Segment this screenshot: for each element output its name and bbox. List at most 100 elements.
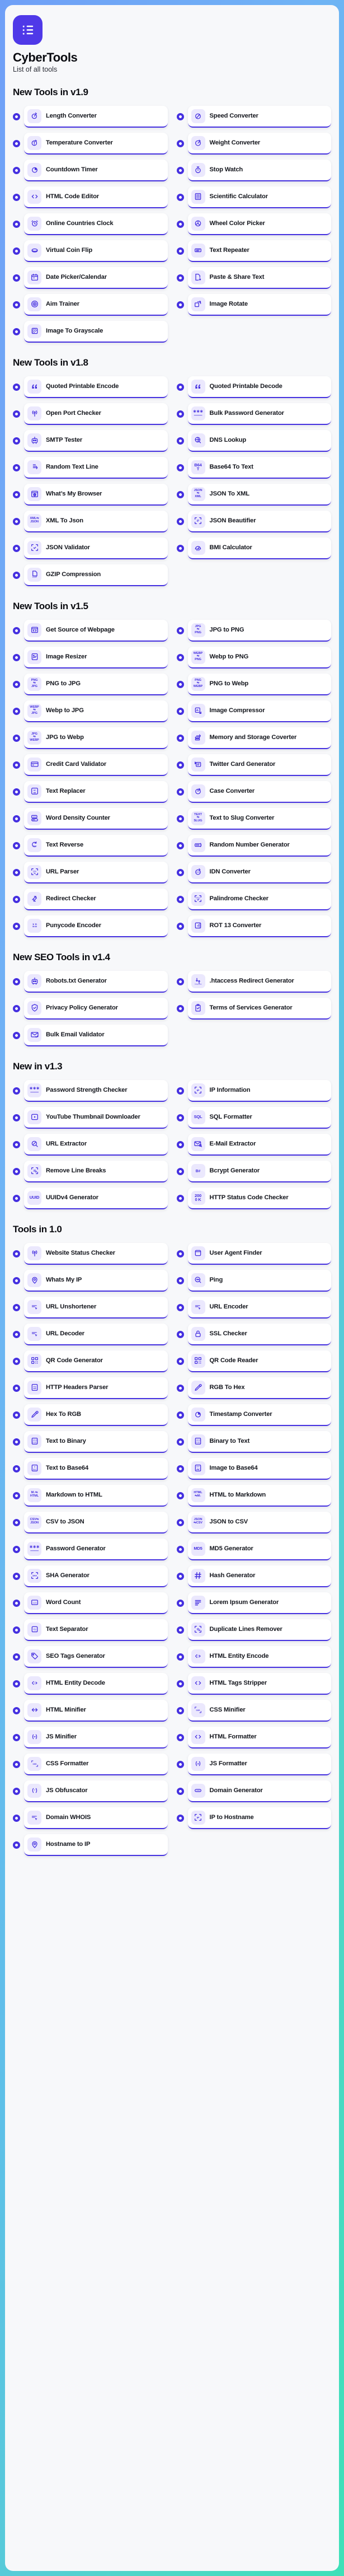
tool-card[interactable]: Privacy Policy Generator (24, 997, 168, 1020)
tool-card[interactable]: http URL Parser (24, 861, 168, 883)
tool-card[interactable]: Website Status Checker (24, 1242, 168, 1265)
tool-card[interactable]: TEXT ⇋ SLUG Text to Slug Converter (187, 807, 331, 830)
tool-card[interactable]: JPG ⇋ PNG JPG to PNG (187, 619, 331, 642)
tool-card[interactable]: JSON ⇋CSV JSON to CSV (187, 1511, 331, 1534)
tool-card[interactable]: HTML Formatter (187, 1726, 331, 1748)
tool-card[interactable]: BMI BMI Calculator (187, 537, 331, 559)
tool-card[interactable]: Scientific Calculator (187, 186, 331, 208)
tool-card[interactable]: Speed Converter (187, 105, 331, 128)
tool-card[interactable]: ac ab Text Replacer (24, 780, 168, 803)
tool-card[interactable]: Hex To RGB (24, 1404, 168, 1426)
tool-card[interactable]: Bulk Email Validator (24, 1024, 168, 1046)
tool-card[interactable]: JSON Beautifier (187, 510, 331, 532)
tool-card[interactable]: Image To Grayscale (24, 320, 168, 343)
tool-card[interactable]: Quoted Printable Encode (24, 376, 168, 398)
tool-card[interactable]: Virtual Coin Flip (24, 240, 168, 262)
tool-card[interactable]: HTML Entity Decode (24, 1672, 168, 1695)
tool-card[interactable]: YouTube Thumbnail Downloader (24, 1106, 168, 1129)
tool-card[interactable]: CSV⇋ JSON CSV to JSON (24, 1511, 168, 1534)
tool-card[interactable]: 1010 0101 Binary to Text (187, 1430, 331, 1453)
tool-card[interactable]: IP IP Information (187, 1079, 331, 1102)
tool-card[interactable]: 123 Word Count (24, 1592, 168, 1614)
tool-card[interactable]: Lorem Ipsum Generator (187, 1592, 331, 1614)
tool-card[interactable]: B64 Image to Base64 (187, 1457, 331, 1480)
tool-card[interactable]: Domain WHOIS (24, 1807, 168, 1829)
tool-card[interactable]: ∗∗∗ —— Password Strength Checker (24, 1079, 168, 1102)
tool-card[interactable]: css CSS Minifier (187, 1699, 331, 1722)
tool-card[interactable]: Wheel Color Picker (187, 213, 331, 235)
tool-card[interactable]: QR Code Generator (24, 1350, 168, 1372)
tool-card[interactable]: Online Countries Clock (24, 213, 168, 235)
tool-card[interactable]: SEO Tags Generator (24, 1645, 168, 1668)
tool-card[interactable]: HTML Entity Encode (187, 1645, 331, 1668)
tool-card[interactable]: JPG ⇋ WEBP JPG to Webp (24, 727, 168, 749)
tool-card[interactable]: M↓⇋ HTML Markdown to HTML (24, 1484, 168, 1507)
tool-card[interactable]: SQL SQL Formatter (187, 1106, 331, 1129)
tool-card[interactable]: Open Port Checker (24, 403, 168, 425)
tool-card[interactable]: Length Converter (24, 105, 168, 128)
tool-card[interactable]: What’s My Browser (24, 483, 168, 506)
tool-card[interactable]: Random Text Line (24, 456, 168, 479)
tool-card[interactable]: Date Picker/Calendar (24, 267, 168, 289)
tool-card[interactable]: Robots.txt Generator (24, 970, 168, 993)
tool-card[interactable]: Text Repeater (187, 240, 331, 262)
tool-card[interactable]: 200 0 K HTTP Status Code Checker (187, 1187, 331, 1209)
tool-card[interactable]: * JS Obfuscator (24, 1780, 168, 1802)
tool-card[interactable]: HTML Code Editor (24, 186, 168, 208)
tool-card[interactable]: Countdown Timer (24, 159, 168, 181)
tool-card[interactable]: Temperature Converter (24, 132, 168, 155)
tool-card[interactable]: GZIP GZIP Compression (24, 564, 168, 586)
tool-card[interactable]: JSON Validator (24, 537, 168, 559)
tool-card[interactable]: .htaccess .htaccess Redirect Generator (187, 970, 331, 993)
tool-card[interactable]: Timestamp Converter (187, 1404, 331, 1426)
tool-card[interactable]: Get Source of Webpage (24, 619, 168, 642)
tool-card[interactable]: Quoted Printable Decode (187, 376, 331, 398)
tool-card[interactable]: Remove Line Breaks (24, 1160, 168, 1182)
tool-card[interactable]: WEBP ⇋ JPG Webp to JPG (24, 700, 168, 722)
tool-card[interactable]: TEXT Palindrome Checker (187, 888, 331, 910)
tool-card[interactable]: x n Punycode Encoder (24, 915, 168, 937)
tool-card[interactable]: .com Domain Generator (187, 1780, 331, 1802)
tool-card[interactable]: UUID UUIDv4 Generator (24, 1187, 168, 1209)
tool-card[interactable]: B# Bcrypt Generator (187, 1160, 331, 1182)
tool-card[interactable]: Ping (187, 1269, 331, 1292)
tool-card[interactable]: T B64 Text to Base64 (24, 1457, 168, 1480)
tool-card[interactable]: Terms of Services Generator (187, 997, 331, 1020)
tool-card[interactable]: XML⇋ JSON XML To Json (24, 510, 168, 532)
tool-card[interactable]: WEBP ⇋ PNG Webp to PNG (187, 646, 331, 668)
tool-card[interactable]: Stop Watch (187, 159, 331, 181)
tool-card[interactable]: css CSS Formatter (24, 1753, 168, 1775)
tool-card[interactable]: Image Compressor (187, 700, 331, 722)
tool-card[interactable]: ∗∗∗ —— Password Generator (24, 1538, 168, 1560)
tool-card[interactable]: Paste & Share Text (187, 267, 331, 289)
tool-card[interactable]: Image Rotate (187, 293, 331, 316)
tool-card[interactable]: Hash Generator (187, 1565, 331, 1587)
tool-card[interactable]: Weight Converter (187, 132, 331, 155)
tool-card[interactable]: Duplicate Lines Remover (187, 1619, 331, 1641)
tool-card[interactable]: E-Mail Extractor (187, 1133, 331, 1156)
tool-card[interactable]: PNG ⇋ JPG PNG to JPG (24, 673, 168, 695)
tool-card[interactable]: PNG ⇋ WEBP PNG to Webp (187, 673, 331, 695)
tool-card[interactable]: URL Extractor (24, 1133, 168, 1156)
tool-card[interactable]: HTML Tags Stripper (187, 1672, 331, 1695)
tool-card[interactable]: ZYX Text Reverse (24, 834, 168, 857)
tool-card[interactable]: DNS Lookup (187, 429, 331, 452)
tool-card[interactable]: URL Unshortener (24, 1296, 168, 1319)
tool-card[interactable]: SHA SHA Generator (24, 1565, 168, 1587)
tool-card[interactable]: JS JS Formatter (187, 1753, 331, 1775)
tool-card[interactable]: 1010 0101 Text to Binary (24, 1430, 168, 1453)
tool-card[interactable]: IDN IDN Converter (187, 861, 331, 883)
tool-card[interactable]: http HTTP Headers Parser (24, 1377, 168, 1399)
tool-card[interactable]: Aim Trainer (24, 293, 168, 316)
tool-card[interactable]: User Agent Finder (187, 1242, 331, 1265)
tool-card[interactable]: URL Encoder (187, 1296, 331, 1319)
tool-card[interactable]: URL Decoder (24, 1323, 168, 1345)
tool-card[interactable]: IP IP to Hostname (187, 1807, 331, 1829)
tool-card[interactable]: JS Minifier (24, 1726, 168, 1748)
tool-card[interactable]: Hostname to IP (24, 1834, 168, 1856)
tool-card[interactable]: JSON ⇋ XML JSON To XML (187, 483, 331, 506)
tool-card[interactable]: Memory and Storage Coverter (187, 727, 331, 749)
tool-card[interactable]: Redirect Checker (24, 888, 168, 910)
tool-card[interactable]: Random Number Generator (187, 834, 331, 857)
tool-card[interactable]: MD5 MD5 Generator (187, 1538, 331, 1560)
